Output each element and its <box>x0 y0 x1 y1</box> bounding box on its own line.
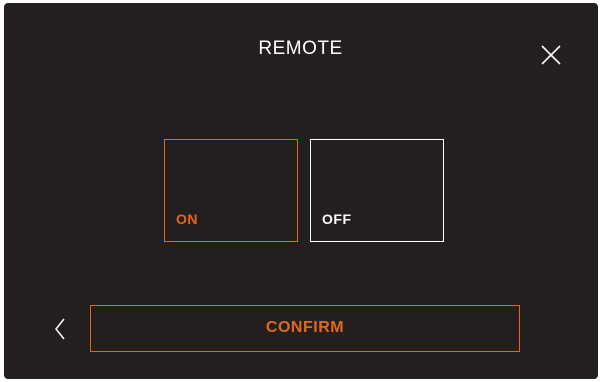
option-on-button[interactable]: ON <box>164 139 298 242</box>
confirm-button[interactable]: CONFIRM <box>90 305 520 352</box>
option-off-button[interactable]: OFF <box>310 139 444 242</box>
option-on-label: ON <box>176 211 198 227</box>
chevron-left-icon <box>55 318 65 340</box>
close-icon <box>541 45 561 65</box>
close-button[interactable] <box>537 41 565 69</box>
page-title: REMOTE <box>258 38 343 59</box>
back-button[interactable] <box>50 316 70 342</box>
remote-screen: REMOTE ON OFF CONFIRM <box>0 0 601 382</box>
option-off-label: OFF <box>322 211 352 227</box>
